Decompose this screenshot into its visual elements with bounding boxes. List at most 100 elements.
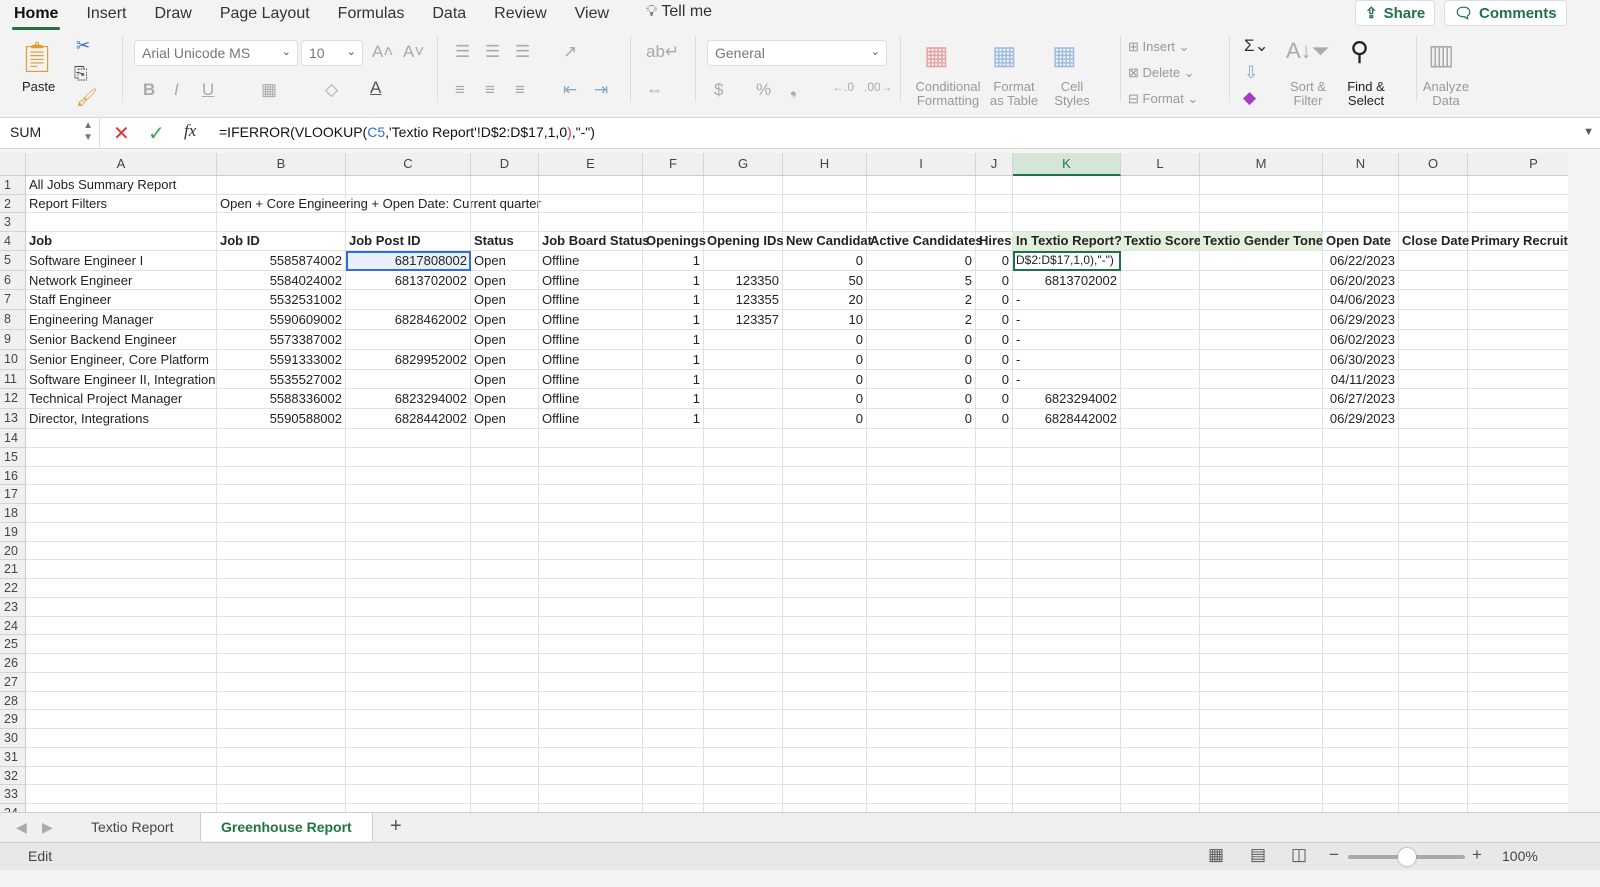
cell-O4[interactable]: Close Date — [1399, 232, 1469, 251]
cell-B25[interactable] — [217, 635, 346, 654]
cell-L15[interactable] — [1121, 447, 1200, 467]
cell-P16[interactable] — [1468, 467, 1568, 486]
cell-G19[interactable] — [704, 522, 783, 542]
cell-E33[interactable] — [539, 785, 643, 804]
cell-C15[interactable] — [346, 447, 471, 467]
cell-L22[interactable] — [1121, 579, 1200, 598]
cell-M21[interactable] — [1200, 560, 1323, 579]
cell-A34[interactable] — [26, 804, 217, 812]
cell-N26[interactable] — [1323, 654, 1399, 673]
cell-F22[interactable] — [643, 579, 704, 598]
cell-D15[interactable] — [471, 447, 539, 467]
cell-H8[interactable]: 10 — [783, 310, 867, 330]
cell-C27[interactable] — [346, 672, 471, 692]
cell-K3[interactable] — [1013, 213, 1121, 233]
cell-I17[interactable] — [867, 485, 976, 504]
expand-formula-bar-icon[interactable]: ▼ — [1583, 126, 1594, 138]
cell-A17[interactable] — [26, 485, 217, 504]
cell-A32[interactable] — [26, 766, 217, 786]
cell-G21[interactable] — [704, 560, 783, 579]
column-header-J[interactable]: J — [976, 153, 1013, 176]
cell-L21[interactable] — [1121, 560, 1200, 579]
row-header-25[interactable]: 25 — [0, 635, 26, 654]
cell-P21[interactable] — [1468, 560, 1568, 579]
cell-K7[interactable]: - — [1013, 290, 1121, 311]
cell-I2[interactable] — [867, 194, 976, 214]
cell-H28[interactable] — [783, 691, 867, 711]
cell-F25[interactable] — [643, 635, 704, 654]
font-size-select[interactable]: 10 ⌄ — [301, 40, 363, 66]
column-header-N[interactable]: N — [1323, 153, 1399, 176]
cell-C8[interactable]: 6828462002 — [346, 310, 471, 330]
cell-B14[interactable] — [217, 429, 346, 448]
cell-L3[interactable] — [1121, 213, 1200, 233]
cell-E20[interactable] — [539, 541, 643, 561]
cell-H12[interactable]: 0 — [783, 389, 867, 410]
cell-E17[interactable] — [539, 485, 643, 504]
comma-icon[interactable]: ❟ — [790, 80, 797, 100]
cell-F3[interactable] — [643, 213, 704, 233]
cell-I11[interactable]: 0 — [867, 369, 976, 390]
cell-B34[interactable] — [217, 804, 346, 812]
align-bottom-icon[interactable]: ☰ — [515, 42, 530, 62]
cell-O31[interactable] — [1399, 747, 1468, 767]
cell-G18[interactable] — [704, 504, 783, 523]
cell-O7[interactable] — [1399, 290, 1468, 311]
cell-K13[interactable]: 6828442002 — [1013, 409, 1121, 429]
cell-N11[interactable]: 04/11/2023 — [1323, 369, 1399, 390]
cell-P31[interactable] — [1468, 748, 1568, 767]
cell-P15[interactable] — [1468, 448, 1568, 467]
cell-H17[interactable] — [783, 485, 867, 504]
cell-E9[interactable]: Offline — [539, 330, 643, 350]
cell-K31[interactable] — [1013, 747, 1121, 767]
cell-F31[interactable] — [643, 747, 704, 767]
cell-F13[interactable]: 1 — [643, 409, 704, 429]
cell-P9[interactable] — [1468, 330, 1568, 350]
cell-H23[interactable] — [783, 597, 867, 617]
cell-D26[interactable] — [471, 654, 539, 673]
cell-K19[interactable] — [1013, 522, 1121, 542]
cell-J4[interactable]: Hires — [976, 232, 1013, 251]
cell-J2[interactable] — [976, 194, 1013, 214]
cell-L11[interactable] — [1121, 369, 1200, 390]
column-header-B[interactable]: B — [217, 153, 346, 176]
column-header-M[interactable]: M — [1200, 153, 1323, 176]
cell-A18[interactable] — [26, 504, 217, 523]
cell-O24[interactable] — [1399, 616, 1468, 636]
fill-icon[interactable]: ⇩ — [1244, 63, 1258, 83]
cell-G15[interactable] — [704, 447, 783, 467]
autosum-icon[interactable]: Σ⌄ — [1244, 36, 1269, 56]
cell-E25[interactable] — [539, 635, 643, 654]
cell-P14[interactable] — [1468, 429, 1568, 448]
cell-K14[interactable] — [1013, 429, 1121, 448]
cell-B9[interactable]: 5573387002 — [217, 330, 346, 350]
zoom-in-icon[interactable]: + — [1472, 845, 1482, 865]
cell-B18[interactable] — [217, 504, 346, 523]
cell-B28[interactable] — [217, 691, 346, 711]
cell-M26[interactable] — [1200, 654, 1323, 673]
cell-K16[interactable] — [1013, 466, 1121, 486]
cell-B16[interactable] — [217, 466, 346, 486]
cell-G23[interactable] — [704, 597, 783, 617]
number-format-select[interactable]: General ⌄ — [707, 40, 887, 66]
cell-P1[interactable] — [1468, 176, 1568, 195]
cell-J22[interactable] — [976, 579, 1013, 598]
cell-O3[interactable] — [1399, 213, 1468, 233]
cell-G20[interactable] — [704, 541, 783, 561]
cell-K26[interactable] — [1013, 654, 1121, 673]
cell-O32[interactable] — [1399, 766, 1468, 786]
cell-J11[interactable]: 0 — [976, 369, 1013, 390]
cell-I29[interactable] — [867, 710, 976, 729]
cell-A11[interactable]: Software Engineer II, Integration — [26, 369, 217, 390]
cell-D31[interactable] — [471, 747, 539, 767]
cell-L10[interactable] — [1121, 349, 1200, 370]
cell-N2[interactable] — [1323, 194, 1399, 214]
cell-C24[interactable] — [346, 616, 471, 636]
row-header-5[interactable]: 5 — [0, 250, 26, 271]
copy-icon[interactable]: ⎘ — [74, 64, 88, 84]
cell-N23[interactable] — [1323, 597, 1399, 617]
cell-N13[interactable]: 06/29/2023 — [1323, 409, 1399, 429]
cell-C16[interactable] — [346, 466, 471, 486]
cell-K2[interactable] — [1013, 194, 1121, 214]
cell-I28[interactable] — [867, 691, 976, 711]
